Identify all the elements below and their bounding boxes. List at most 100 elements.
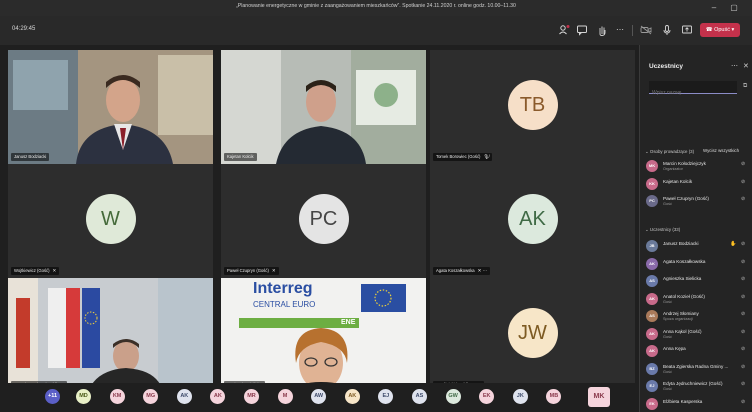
participant-role: Gość — [663, 369, 672, 374]
participant-mini-avatar[interactable]: AW — [311, 389, 327, 404]
mic-muted-icon[interactable]: ⊘ — [741, 346, 745, 352]
raise-hand-icon[interactable] — [596, 24, 608, 36]
participant-mini-avatar[interactable]: AS — [412, 389, 427, 404]
participant-row[interactable]: AK Anatol Kozieł (Gość) Gość ⊘ — [644, 291, 750, 308]
mic-muted-icon[interactable]: ⊘ — [741, 329, 745, 335]
participant-avatar: PC — [646, 195, 658, 207]
participant-name: Wojtkiewicz (Gość) — [14, 268, 50, 273]
participant-mini-avatar[interactable]: AK — [210, 389, 226, 404]
window-title: „Planowanie energetyczne w gminie z zaan… — [236, 3, 516, 9]
participant-row[interactable]: PC Paweł Czupryn (Gość) Gość ⊘ — [644, 193, 750, 210]
close-icon[interactable]: ✕ — [743, 62, 749, 70]
participant-mini-avatar[interactable]: MR — [244, 389, 259, 404]
participant-video — [8, 50, 213, 164]
participant-mini-avatar[interactable]: AK — [344, 389, 360, 404]
mic-muted-icon[interactable]: ⊘ — [741, 294, 745, 300]
participant-mini-avatar[interactable]: MG — [143, 389, 159, 404]
avatar-tile[interactable]: PC Paweł Czupryn (Gość) ✕ — [221, 164, 426, 278]
participant-avatar: AS — [646, 275, 658, 287]
participant-avatar: W — [85, 194, 136, 244]
participant-row[interactable]: EJ Edyta Jędruchniewicz (Gość) Gość ⊘ — [644, 378, 750, 395]
overflow-participants-strip: +11 MD KM MG AK AK MR M AW AK EJ AS GW EK JK MB MK — [0, 383, 639, 412]
avatar-tile[interactable]: TB Tomek Borowiec (Gość) 🎙︎̸ — [430, 50, 635, 164]
mic-muted-icon[interactable]: ⊘ — [741, 364, 745, 370]
participant-avatar: AK — [507, 194, 558, 244]
video-tile[interactable]: Interreg CENTRAL EURO ENE Agnieszka Siel… — [221, 278, 426, 392]
participant-mini-avatar[interactable]: JK — [512, 389, 528, 404]
video-stage: Janusz Bodziacki Kajetan Kolcik TB Tomek… — [0, 45, 639, 412]
participant-name: Agnieszka Sielicka — [663, 276, 702, 281]
participants-icon[interactable] — [558, 24, 570, 36]
more-icon[interactable]: ⋯ — [731, 62, 738, 70]
participant-avatar: JW — [507, 308, 558, 358]
search-input[interactable] — [649, 87, 737, 99]
participant-role: Gość — [663, 387, 672, 391]
participant-name: Kajetan Kolcik — [227, 154, 254, 159]
participant-name: Agata Koszałkowska — [663, 258, 706, 264]
presenters-heading: Osoby prowadzące (3) — [649, 149, 695, 154]
video-tile[interactable]: Janusz Bodziacki — [8, 50, 213, 164]
participant-avatar: EK — [646, 397, 658, 410]
participant-row[interactable]: AS Agnieszka Sielicka ⊘ — [644, 273, 750, 290]
mute-all-button[interactable]: Wycisz wszystkich — [703, 148, 739, 153]
leave-button[interactable]: ☎ Opuść ▾ — [700, 23, 740, 37]
avatar-tile[interactable]: AK Agata Koszałkowska ✕ ⋯ — [430, 164, 635, 278]
participant-name: Elżbieta Kasperska — [663, 398, 703, 404]
chat-icon[interactable] — [576, 24, 588, 36]
participant-row[interactable]: KK Kajetan Kolcik ⊘ — [644, 176, 750, 193]
participant-row[interactable]: MK Marcin Kołodziejczyk Organizator ⊘ — [644, 158, 750, 175]
participant-row[interactable]: JB Janusz Bodziacki ✋ ⊘ — [644, 238, 750, 255]
participant-row[interactable]: EK Elżbieta Kasperska ⊘ — [644, 396, 750, 412]
participant-row[interactable]: AK Anna Kępa ⊘ — [644, 343, 750, 360]
mic-muted-icon[interactable]: ⊘ — [741, 196, 745, 202]
participant-mini-avatar[interactable]: AK — [176, 389, 192, 404]
attendees-section-header[interactable]: ⌄ Uczestnicy (33) — [645, 227, 680, 233]
mic-muted-icon[interactable]: ⊘ — [741, 311, 745, 317]
avatar-tile[interactable]: W Wojtkiewicz (Gość) ✕ — [8, 164, 213, 278]
meeting-toolbar: 04:29:45 ⋯ ☎ Opuść ▾ — [0, 16, 752, 45]
tile-label: Tomek Borowiec (Gość) 🎙︎̸ — [433, 153, 493, 161]
mic-muted-icon[interactable]: ⊘ — [741, 399, 745, 405]
participant-row[interactable]: AS Andrzej Słomiany Spoza organizacji ⊘ — [644, 308, 750, 325]
self-avatar[interactable]: MK — [588, 387, 610, 407]
video-tile[interactable]: Kajetan Kolcik — [221, 50, 426, 164]
mic-muted-icon[interactable]: ⊘ — [741, 241, 745, 247]
participant-name: Paweł Czupryn (Gość) — [663, 196, 709, 201]
participant-row[interactable]: AK Anna Kąkol (Gość) Gość ⊘ — [644, 326, 750, 343]
participant-role: Gość — [663, 202, 672, 206]
participant-mini-avatar[interactable]: GW — [445, 389, 461, 404]
participant-search[interactable] — [649, 81, 737, 99]
microphone-icon[interactable] — [661, 24, 673, 36]
participant-name: Tomek Borowiec (Gość) — [436, 154, 481, 159]
camera-off-icon[interactable] — [640, 24, 652, 36]
participant-name: Agata Koszałkowska — [436, 268, 475, 273]
mic-muted-icon[interactable]: ⊘ — [741, 381, 745, 387]
participant-row[interactable]: AK Agata Koszałkowska ⊘ — [644, 256, 750, 273]
participant-mini-avatar[interactable]: M — [277, 389, 293, 404]
more-options-icon[interactable]: ⋯ — [614, 24, 626, 36]
participant-mini-avatar[interactable]: MB — [546, 389, 562, 404]
mic-muted-icon[interactable]: ⊘ — [741, 179, 745, 185]
tile-label: Agata Koszałkowska ✕ ⋯ — [433, 267, 491, 275]
participant-mini-avatar[interactable]: KM — [109, 389, 125, 404]
overflow-count[interactable]: +11 — [45, 389, 60, 404]
video-tile[interactable]: Henryk Smolarz (Gość)✕ — [8, 278, 213, 392]
participant-name: Edyta Jędruchniewicz (Gość) — [663, 381, 723, 386]
participant-mini-avatar[interactable]: MD — [76, 389, 91, 404]
mic-muted-icon[interactable]: ⊘ — [741, 161, 745, 167]
avatar-tile[interactable]: JW J Wójcicki (Gość)✕ ⋯ — [430, 278, 635, 392]
mic-muted-icon: ✕ ⋯ — [477, 268, 488, 273]
share-screen-icon[interactable] — [681, 24, 693, 36]
mic-muted-icon[interactable]: ⊘ — [741, 259, 745, 265]
participant-mini-avatar[interactable]: EJ — [378, 389, 394, 404]
toolbar-divider — [632, 25, 633, 36]
invite-icon[interactable]: ⧉ — [743, 83, 747, 90]
mic-muted-icon[interactable]: ⊘ — [741, 276, 745, 282]
participant-mini-avatar[interactable]: EK — [479, 389, 495, 404]
panel-title: Uczestnicy — [649, 63, 683, 70]
maximize-icon[interactable]: ▢ — [728, 2, 740, 14]
participant-row[interactable]: BZ Beata Zgierska Radna Gminy ... Gość ⊘ — [644, 361, 750, 378]
participant-avatar: AK — [646, 292, 658, 305]
minimize-icon[interactable]: – — [708, 2, 720, 14]
presenters-section-header[interactable]: ⌄ Osoby prowadzące (3) — [645, 149, 694, 155]
